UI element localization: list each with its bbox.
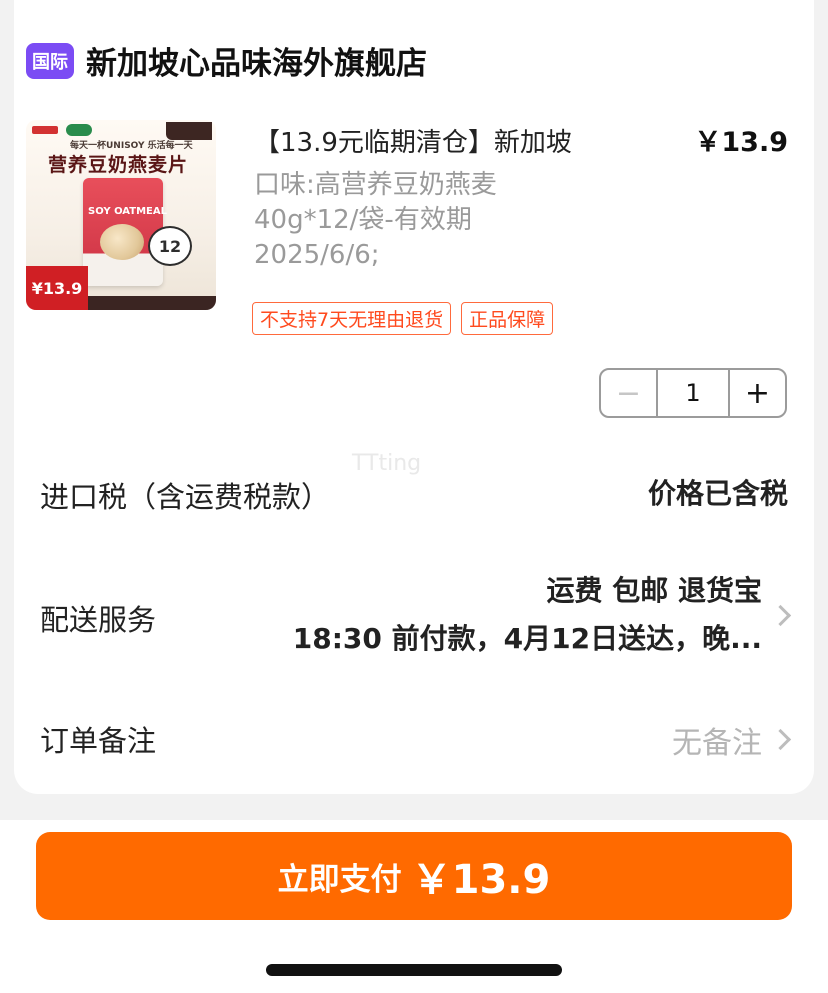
international-badge: 国际 [26,42,74,79]
increase-button[interactable]: + [730,370,785,416]
no-return-tag: 不支持7天无理由退货 [252,302,452,335]
pack-title: SOY OATMEAL [88,206,167,217]
image-bottom-strip [88,296,216,310]
product-tags: 不支持7天无理由退货 正品保障 [252,302,554,335]
store-header[interactable]: 国际 新加坡心品味海外旗舰店 [26,38,427,83]
product-title[interactable]: 【13.9元临期清仓】新加坡 [254,122,572,159]
image-heading: 营养豆奶燕麦片 [48,154,189,176]
spec-line: 口味:高营养豆奶燕麦 [254,170,497,200]
count-badge: 12 [148,226,192,266]
image-price-tag: ¥13.9 [26,266,88,310]
spec-line: 40g*12/袋-有效期 [254,205,472,235]
authentic-tag: 正品保障 [461,302,554,335]
home-indicator[interactable] [266,964,562,976]
pay-button-label: 立即支付 [277,861,402,898]
product-spec[interactable]: 口味:高营养豆奶燕麦 40g*12/袋-有效期 2025/6/6; [254,168,554,273]
delivery-time-info[interactable]: 18:30 前付款，4月12日送达，晚... [293,617,762,657]
brand-logo [32,126,58,134]
unisoy-logo [66,124,92,136]
tax-label: 进口税（含运费税款） [40,480,331,514]
quantity-stepper[interactable]: − 1 + [599,368,787,418]
remark-value[interactable]: 无备注 [672,718,762,762]
store-name[interactable]: 新加坡心品味海外旗舰店 [86,38,427,83]
quantity-value[interactable]: 1 [656,370,730,416]
delivery-label: 配送服务 [40,603,157,637]
pay-amount: ￥13.9 [411,857,551,903]
product-image[interactable]: 每天一杯UNISOY 乐活每一天 营养豆奶燕麦片 SOY OATMEAL 12 … [26,120,216,310]
pay-now-button[interactable]: 立即支付 ￥13.9 [36,832,792,920]
tax-value: 价格已含税 [647,477,788,510]
product-price: ￥13.9 [694,127,788,158]
remark-label: 订单备注 [40,724,157,758]
watermark: TTting [352,451,422,476]
delivery-fee-info[interactable]: 运费 包邮 退货宝 [547,569,763,609]
spec-line: 2025/6/6; [254,240,380,270]
oats-bowl [100,224,144,260]
decrease-button[interactable]: − [601,370,656,416]
